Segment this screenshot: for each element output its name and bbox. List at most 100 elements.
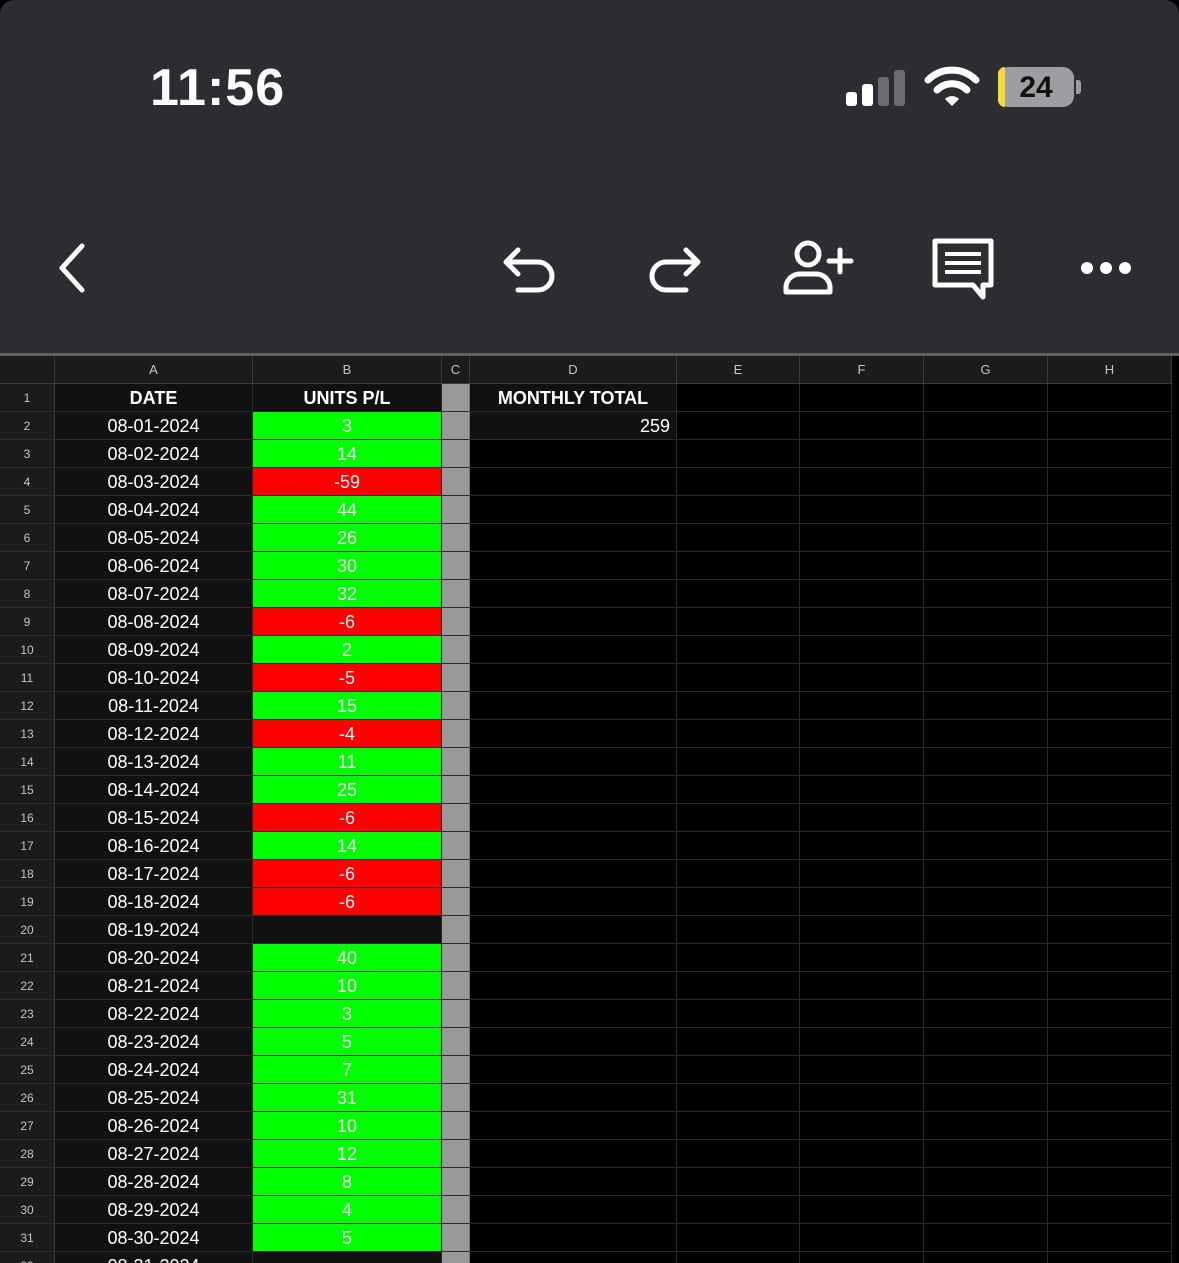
units-cell[interactable]: 25 bbox=[253, 776, 442, 804]
empty-cell[interactable] bbox=[800, 1196, 924, 1224]
empty-cell[interactable] bbox=[924, 384, 1048, 412]
empty-cell[interactable] bbox=[470, 664, 677, 692]
empty-cell[interactable] bbox=[1048, 860, 1172, 888]
empty-cell[interactable] bbox=[470, 1056, 677, 1084]
row-header[interactable]: 32 bbox=[0, 1252, 55, 1263]
empty-cell[interactable] bbox=[800, 580, 924, 608]
row-header[interactable]: 26 bbox=[0, 1084, 55, 1112]
empty-cell[interactable] bbox=[1048, 1056, 1172, 1084]
units-cell[interactable]: 15 bbox=[253, 692, 442, 720]
column-c-cell[interactable] bbox=[442, 916, 470, 944]
empty-cell[interactable] bbox=[470, 1252, 677, 1263]
empty-cell[interactable] bbox=[677, 804, 800, 832]
units-cell[interactable]: 14 bbox=[253, 440, 442, 468]
empty-cell[interactable] bbox=[1048, 1252, 1172, 1263]
empty-cell[interactable] bbox=[470, 692, 677, 720]
empty-cell[interactable] bbox=[677, 692, 800, 720]
empty-cell[interactable] bbox=[800, 860, 924, 888]
empty-cell[interactable] bbox=[677, 552, 800, 580]
empty-cell[interactable] bbox=[1048, 636, 1172, 664]
empty-cell[interactable] bbox=[800, 720, 924, 748]
empty-cell[interactable] bbox=[470, 468, 677, 496]
date-cell[interactable]: 08-01-2024 bbox=[55, 412, 253, 440]
empty-cell[interactable] bbox=[470, 608, 677, 636]
empty-cell[interactable] bbox=[924, 468, 1048, 496]
column-header-f[interactable]: F bbox=[800, 356, 924, 384]
units-cell[interactable]: 40 bbox=[253, 944, 442, 972]
empty-cell[interactable] bbox=[470, 832, 677, 860]
empty-cell[interactable] bbox=[800, 1056, 924, 1084]
empty-cell[interactable] bbox=[924, 1112, 1048, 1140]
units-cell[interactable]: 44 bbox=[253, 496, 442, 524]
column-c-cell[interactable] bbox=[442, 468, 470, 496]
empty-cell[interactable] bbox=[924, 1252, 1048, 1263]
empty-cell[interactable] bbox=[1048, 748, 1172, 776]
column-header-b[interactable]: B bbox=[253, 356, 442, 384]
units-cell[interactable]: 8 bbox=[253, 1168, 442, 1196]
column-c-cell[interactable] bbox=[442, 440, 470, 468]
column-c-cell[interactable] bbox=[442, 384, 470, 412]
empty-cell[interactable] bbox=[800, 1140, 924, 1168]
empty-cell[interactable] bbox=[924, 804, 1048, 832]
units-cell[interactable]: 5 bbox=[253, 1028, 442, 1056]
empty-cell[interactable] bbox=[470, 860, 677, 888]
empty-cell[interactable] bbox=[470, 496, 677, 524]
column-c-cell[interactable] bbox=[442, 1252, 470, 1263]
empty-cell[interactable] bbox=[470, 972, 677, 1000]
empty-cell[interactable] bbox=[800, 944, 924, 972]
empty-cell[interactable] bbox=[1048, 1000, 1172, 1028]
row-header[interactable]: 24 bbox=[0, 1028, 55, 1056]
empty-cell[interactable] bbox=[1048, 524, 1172, 552]
date-cell[interactable]: 08-30-2024 bbox=[55, 1224, 253, 1252]
empty-cell[interactable] bbox=[924, 412, 1048, 440]
empty-cell[interactable] bbox=[677, 468, 800, 496]
row-header[interactable]: 13 bbox=[0, 720, 55, 748]
row-header[interactable]: 27 bbox=[0, 1112, 55, 1140]
date-cell[interactable]: 08-07-2024 bbox=[55, 580, 253, 608]
column-c-cell[interactable] bbox=[442, 664, 470, 692]
date-cell[interactable]: 08-04-2024 bbox=[55, 496, 253, 524]
empty-cell[interactable] bbox=[800, 748, 924, 776]
redo-button[interactable] bbox=[638, 232, 710, 304]
empty-cell[interactable] bbox=[1048, 496, 1172, 524]
units-cell[interactable] bbox=[253, 1252, 442, 1263]
column-c-cell[interactable] bbox=[442, 1224, 470, 1252]
column-c-cell[interactable] bbox=[442, 692, 470, 720]
units-cell[interactable]: 10 bbox=[253, 972, 442, 1000]
empty-cell[interactable] bbox=[677, 720, 800, 748]
column-c-cell[interactable] bbox=[442, 524, 470, 552]
header-cell-units[interactable]: UNITS P/L bbox=[253, 384, 442, 412]
row-header[interactable]: 1 bbox=[0, 384, 55, 412]
units-cell[interactable]: 5 bbox=[253, 1224, 442, 1252]
empty-cell[interactable] bbox=[677, 524, 800, 552]
date-cell[interactable]: 08-02-2024 bbox=[55, 440, 253, 468]
share-button[interactable] bbox=[782, 232, 854, 304]
column-header-h[interactable]: H bbox=[1048, 356, 1172, 384]
empty-cell[interactable] bbox=[677, 412, 800, 440]
empty-cell[interactable] bbox=[677, 636, 800, 664]
row-header[interactable]: 23 bbox=[0, 1000, 55, 1028]
row-header[interactable]: 17 bbox=[0, 832, 55, 860]
empty-cell[interactable] bbox=[470, 776, 677, 804]
empty-cell[interactable] bbox=[1048, 972, 1172, 1000]
empty-cell[interactable] bbox=[677, 1028, 800, 1056]
empty-cell[interactable] bbox=[470, 888, 677, 916]
row-header[interactable]: 21 bbox=[0, 944, 55, 972]
empty-cell[interactable] bbox=[800, 888, 924, 916]
units-cell[interactable]: -6 bbox=[253, 608, 442, 636]
empty-cell[interactable] bbox=[924, 1084, 1048, 1112]
empty-cell[interactable] bbox=[800, 972, 924, 1000]
empty-cell[interactable] bbox=[470, 1028, 677, 1056]
empty-cell[interactable] bbox=[800, 664, 924, 692]
empty-cell[interactable] bbox=[800, 468, 924, 496]
select-all-corner[interactable] bbox=[0, 356, 55, 384]
empty-cell[interactable] bbox=[924, 944, 1048, 972]
units-cell[interactable]: 32 bbox=[253, 580, 442, 608]
column-c-cell[interactable] bbox=[442, 608, 470, 636]
date-cell[interactable]: 08-21-2024 bbox=[55, 972, 253, 1000]
row-header[interactable]: 11 bbox=[0, 664, 55, 692]
empty-cell[interactable] bbox=[1048, 692, 1172, 720]
date-cell[interactable]: 08-29-2024 bbox=[55, 1196, 253, 1224]
empty-cell[interactable] bbox=[800, 1000, 924, 1028]
empty-cell[interactable] bbox=[470, 944, 677, 972]
